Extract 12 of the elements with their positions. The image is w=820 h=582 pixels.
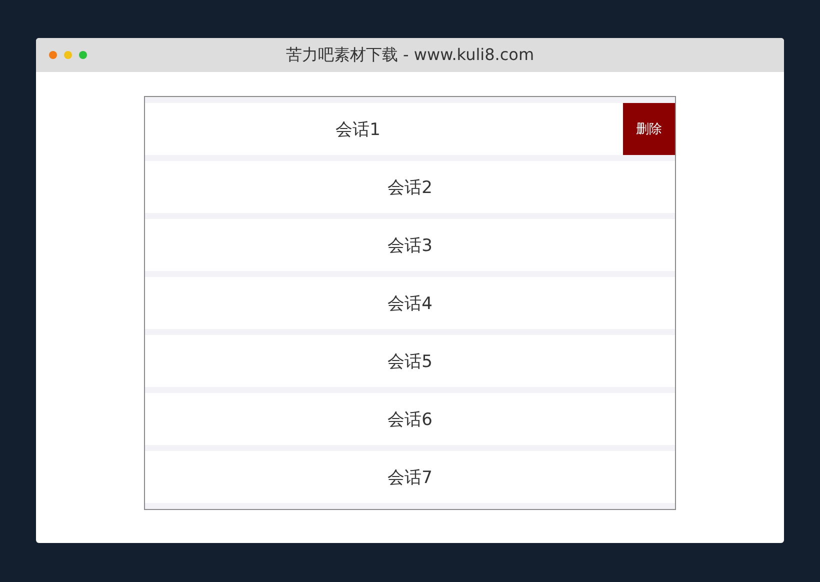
window-title: 苦力吧素材下载 - www.kuli8.com [284,44,536,66]
window-dot-icon[interactable] [64,51,72,59]
session-label: 会话7 [388,466,432,488]
session-label: 会话4 [388,292,432,314]
window-dot-icon[interactable] [79,51,87,59]
session-label: 会话1 [336,118,380,140]
delete-button[interactable]: 删除 [623,103,675,155]
session-label: 会话2 [388,176,432,198]
window-dot-icon[interactable] [49,51,57,59]
session-label: 会话3 [388,234,432,256]
session-label: 会话5 [388,350,432,372]
session-label: 会话6 [388,408,432,430]
